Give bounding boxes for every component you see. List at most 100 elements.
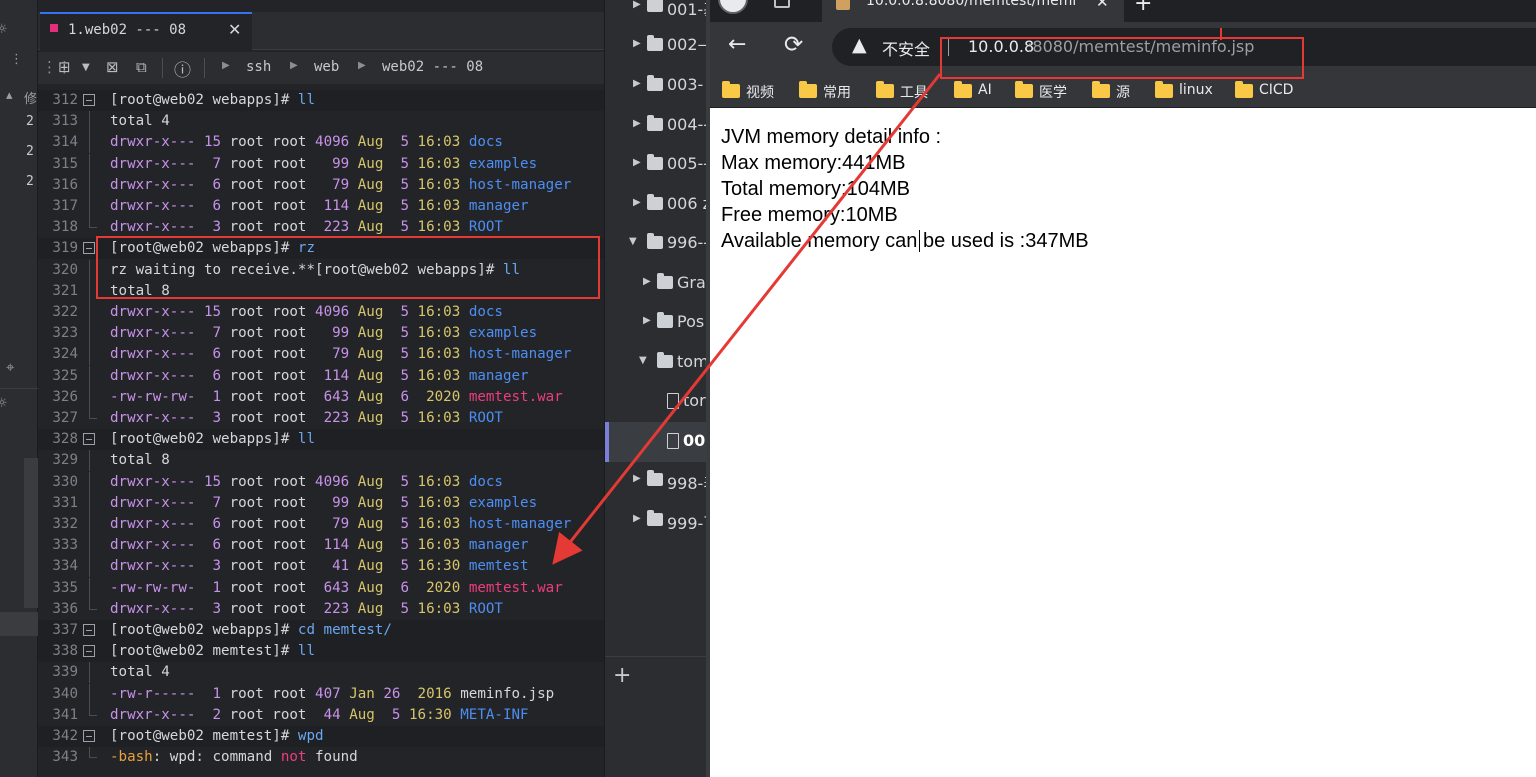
file-name: ROOT — [468, 600, 503, 617]
explorer-folder-item[interactable]: ▶ Pos — [605, 309, 708, 337]
total-text: total 4 — [110, 664, 170, 681]
permissions: -rw-rw-rw- — [110, 388, 196, 405]
chevron-right-icon[interactable]: ▶ — [633, 197, 641, 208]
collapse-icon[interactable]: ▴ — [6, 88, 13, 103]
terminal-tab-bar: 1.web02 --- 08 ✕ — [38, 12, 604, 50]
new-tab-icon[interactable]: + — [1134, 0, 1152, 16]
explorer-file-item[interactable]: 002 — [605, 422, 708, 462]
breadcrumb-ssh[interactable]: ssh — [246, 59, 271, 75]
chevron-right-icon[interactable]: ▶ — [633, 78, 641, 89]
explorer-folder-item[interactable]: ▼ 996-- — [605, 230, 708, 258]
explorer-folder-item[interactable]: ▶ Gra — [605, 270, 708, 298]
new-tab-icon[interactable]: ⊞ — [58, 58, 71, 76]
chevron-right-icon[interactable]: ▶ — [643, 276, 651, 287]
max-memory-line: Max memory:441MB — [721, 152, 906, 174]
close-icon[interactable]: ✕ — [1096, 0, 1109, 11]
location-icon[interactable]: ⌖ — [6, 358, 14, 376]
explorer-folder-item[interactable]: ▶ 998-表 — [605, 467, 708, 495]
line-number: 331 — [52, 494, 78, 511]
explorer-folder-item[interactable]: ▶ 002— — [605, 32, 708, 60]
not-secure-label[interactable]: 不安全 — [882, 36, 930, 60]
reload-button[interactable]: ⟳ — [784, 32, 803, 58]
fold-guide — [89, 535, 90, 557]
chevron-right-icon[interactable]: ▶ — [633, 38, 641, 49]
terminal-tab[interactable]: 1.web02 --- 08 ✕ — [40, 12, 252, 50]
close-tabs-icon[interactable]: ⊠ — [106, 58, 119, 76]
chevron-down-icon[interactable]: ▼ — [639, 355, 647, 366]
explorer-folder-item[interactable]: ▶ 006 z — [605, 191, 708, 219]
fold-toggle-icon[interactable] — [83, 645, 95, 658]
file-name: manager — [468, 367, 529, 384]
month: Aug — [357, 198, 384, 214]
side-selected-row[interactable] — [0, 612, 38, 636]
avatar[interactable] — [718, 0, 748, 14]
info-icon[interactable]: ⓘ — [174, 56, 191, 81]
file-size: 643 — [315, 579, 350, 596]
explorer-item-label: tor — [683, 391, 706, 410]
chevron-right-icon[interactable]: ▶ — [633, 473, 641, 484]
terminal-line: 340 -rw-r----- 1 root root 407 Jan 26 201… — [38, 683, 604, 705]
settings-icon[interactable]: ☼ — [0, 396, 8, 411]
chevron-down-icon[interactable]: ▼ — [629, 236, 637, 247]
breadcrumb-session[interactable]: web02 --- 08 — [382, 59, 483, 75]
terminal-output[interactable]: 312 [root@web02 webapps]# ll 313 total 4 314… — [38, 88, 604, 768]
link-count: 6 — [203, 367, 222, 384]
terminal-line: 329 total 8 — [38, 450, 604, 472]
browser-tab[interactable]: 10.0.0.8:8080/memtest/meminfo. ✕ — [822, 0, 1124, 22]
explorer-file-item[interactable]: tor — [605, 388, 708, 416]
settings-icon[interactable]: ☼ — [0, 22, 8, 37]
more-icon[interactable]: ⋮ — [10, 52, 23, 67]
file-name: docs — [468, 304, 503, 320]
folder-icon — [647, 75, 663, 91]
fold-toggle-icon[interactable] — [83, 624, 95, 636]
chevron-right-icon[interactable]: ▶ — [633, 118, 641, 129]
add-icon[interactable]: + — [613, 663, 631, 688]
chevron-right-icon[interactable]: ▶ — [633, 513, 641, 524]
fold-guide — [89, 132, 90, 154]
fold-toggle-icon[interactable] — [83, 730, 95, 742]
side-scrollbar[interactable] — [24, 458, 38, 608]
fold-toggle-icon[interactable] — [83, 242, 95, 255]
folder-icon — [657, 273, 673, 289]
warning-icon[interactable]: ▲ — [852, 34, 867, 56]
explorer-folder-item[interactable]: ▶ 001-基 — [605, 0, 708, 21]
close-icon[interactable]: ✕ — [228, 20, 241, 39]
terminal-line: 313 total 4 — [38, 111, 604, 133]
bookmark-label: 源 — [1116, 85, 1130, 101]
prompt-text: [root@web02 webapps]# — [110, 92, 298, 108]
chevron-right-icon[interactable]: ▶ — [643, 315, 651, 326]
explorer-folder-item[interactable]: ▶ 005-- — [605, 151, 708, 179]
folder-icon — [1015, 81, 1033, 98]
tab-actions-icon[interactable] — [774, 0, 790, 8]
explorer-folder-item[interactable]: ▶ 004-- — [605, 112, 708, 140]
chevron-down-icon[interactable]: ▼ — [82, 62, 90, 73]
time: 2020 — [417, 388, 461, 405]
line-text: drwxr-x--- 6 root root 79 Aug 5 16:03 ho… — [110, 344, 571, 365]
back-button[interactable]: ← — [728, 32, 746, 57]
chevron-right-icon[interactable]: ▶ — [633, 157, 641, 168]
explorer-folder-item[interactable]: ▶ 003- — [605, 72, 708, 100]
fold-toggle-icon[interactable] — [83, 433, 95, 446]
folder-icon — [657, 352, 673, 368]
explorer-folder-item[interactable]: ▼ tom — [605, 349, 708, 377]
duplicate-icon[interactable]: ⧉ — [136, 58, 147, 76]
folder-icon — [657, 312, 673, 328]
fold-toggle-icon[interactable] — [83, 94, 95, 106]
chevron-right-icon[interactable]: ▶ — [633, 0, 641, 10]
breadcrumb-web[interactable]: web — [314, 59, 339, 75]
folder-icon — [1155, 81, 1173, 98]
explorer-folder-item[interactable]: ▶ 999-百 — [605, 507, 708, 535]
bookmark-label: 工具 — [900, 85, 928, 101]
